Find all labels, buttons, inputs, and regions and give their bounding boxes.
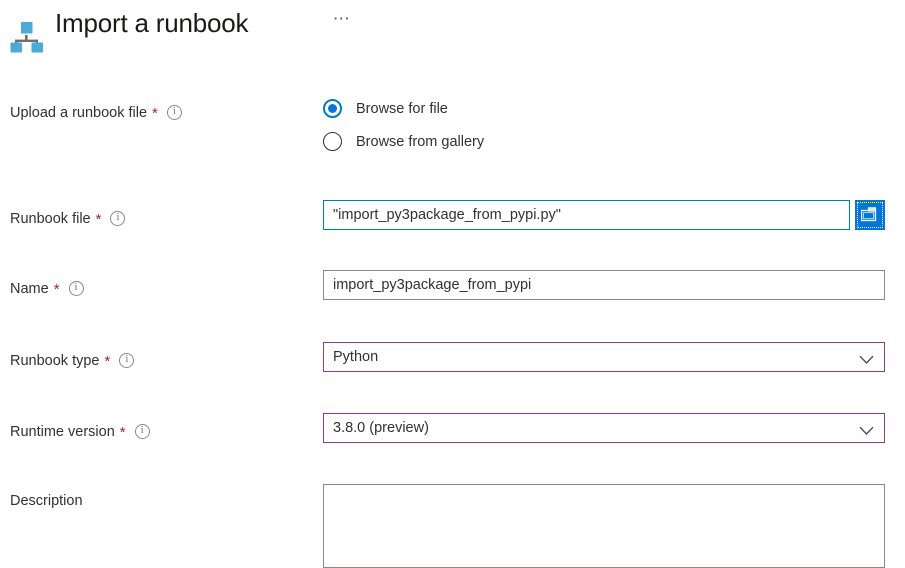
runbook-type-value: Python bbox=[333, 343, 378, 371]
page-header: Import a runbook ⋯ bbox=[0, 0, 905, 66]
info-icon[interactable] bbox=[119, 353, 134, 368]
label-text: Runbook file bbox=[10, 211, 91, 227]
info-icon[interactable] bbox=[135, 424, 150, 439]
label-runbook-file: Runbook file * bbox=[10, 208, 125, 229]
page-title: Import a runbook bbox=[55, 6, 248, 40]
chevron-down-icon bbox=[859, 423, 874, 441]
folder-icon bbox=[861, 207, 879, 223]
label-description: Description bbox=[10, 491, 83, 511]
radio-indicator-unselected[interactable] bbox=[323, 132, 342, 151]
label-text: Runbook type bbox=[10, 353, 99, 369]
required-asterisk: * bbox=[96, 211, 102, 228]
label-runbook-type: Runbook type * bbox=[10, 350, 134, 371]
runbook-file-input[interactable] bbox=[323, 200, 850, 230]
radio-label: Browse for file bbox=[356, 101, 448, 117]
label-text: Description bbox=[10, 493, 83, 509]
name-input[interactable] bbox=[323, 270, 885, 300]
upload-mode-radio-group: Browse for file Browse from gallery bbox=[323, 92, 484, 158]
browse-file-button[interactable] bbox=[855, 200, 885, 230]
more-options-button[interactable]: ⋯ bbox=[330, 9, 354, 33]
runtime-version-dropdown[interactable]: 3.8.0 (preview) bbox=[323, 413, 885, 443]
description-textarea[interactable] bbox=[323, 484, 885, 568]
info-icon[interactable] bbox=[167, 105, 182, 120]
runtime-version-value: 3.8.0 (preview) bbox=[333, 414, 429, 442]
runbook-type-dropdown[interactable]: Python bbox=[323, 342, 885, 372]
radio-browse-from-gallery[interactable]: Browse from gallery bbox=[323, 125, 484, 158]
label-runtime-version: Runtime version * bbox=[10, 421, 150, 442]
runbook-hierarchy-icon bbox=[8, 16, 46, 54]
label-text: Runtime version bbox=[10, 424, 115, 440]
required-asterisk: * bbox=[152, 105, 158, 122]
info-icon[interactable] bbox=[69, 281, 84, 296]
label-text: Upload a runbook file bbox=[10, 105, 147, 121]
radio-indicator-selected[interactable] bbox=[323, 99, 342, 118]
label-name: Name * bbox=[10, 278, 84, 299]
label-text: Name bbox=[10, 281, 49, 297]
chevron-down-icon bbox=[859, 352, 874, 370]
label-upload-a-runbook-file: Upload a runbook file * bbox=[10, 102, 182, 123]
radio-browse-for-file[interactable]: Browse for file bbox=[323, 92, 484, 125]
radio-label: Browse from gallery bbox=[356, 134, 484, 150]
info-icon[interactable] bbox=[110, 211, 125, 226]
required-asterisk: * bbox=[54, 281, 60, 298]
required-asterisk: * bbox=[104, 353, 110, 370]
required-asterisk: * bbox=[120, 424, 126, 441]
